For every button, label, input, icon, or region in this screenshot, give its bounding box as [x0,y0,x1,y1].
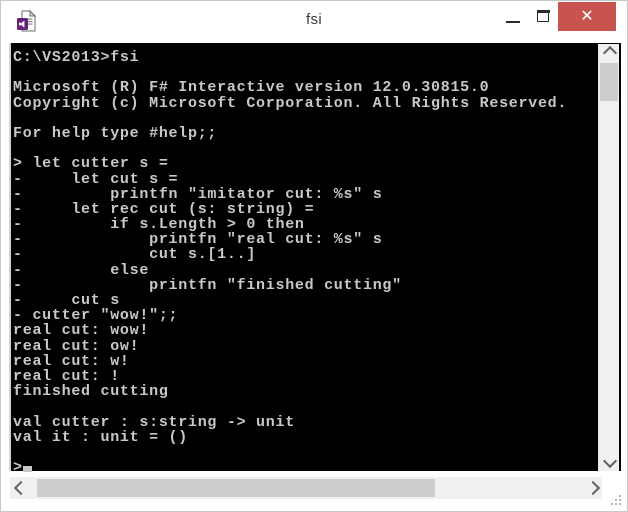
console-line: For help type #help;; [13,124,218,142]
close-button[interactable]: ✕ [558,2,616,31]
text-cursor [23,466,32,472]
console-line: - if s.Length > 0 then [13,216,305,234]
console-line: real cut: wow! [13,322,150,340]
console-line: real cut: ow! [13,337,140,355]
console-line: - let cut s = [13,170,179,188]
scroll-left-arrow[interactable] [10,477,30,499]
console-line: - printfn "finished cutting" [13,276,402,294]
vertical-scroll-thumb[interactable] [600,63,618,101]
window-bottom-edge [2,499,626,511]
console-line: - else [13,261,150,279]
console-output-area[interactable]: C:\VS2013>fsi Microsoft (R) F# Interacti… [9,43,621,471]
console-line: - printfn "imitator cut: %s" s [13,185,383,203]
console-line: val it : unit = () [13,428,188,446]
console-line: finished cutting [13,383,169,401]
console-line: - let rec cut (s: string) = [13,200,315,218]
scroll-down-arrow[interactable] [599,453,619,471]
title-bar[interactable]: fsi ✕ [1,1,627,39]
horizontal-scrollbar[interactable] [10,477,602,499]
console-line: val cutter : s:string -> unit [13,413,295,431]
chevron-left-icon [13,480,29,496]
chevron-down-icon [602,453,618,469]
console-line: C:\VS2013>fsi [13,49,140,66]
console-line: - cut s.[1..] [13,246,257,264]
scroll-up-arrow[interactable] [599,44,619,62]
maximize-button[interactable] [528,2,558,31]
scroll-right-arrow[interactable] [582,477,602,499]
console-line: > let cutter s = [13,155,169,173]
fsi-console-window: fsi ✕ C:\VS2013>fsi Microsoft (R) F# Int… [0,0,628,512]
console-line: Microsoft (R) F# Interactive version 12.… [13,79,490,97]
close-icon: ✕ [580,8,594,25]
chevron-right-icon [585,480,601,496]
chevron-up-icon [602,45,618,61]
minimize-button[interactable] [498,2,528,31]
console-line: - printfn "real cut: %s" s [13,231,383,249]
console-line: real cut: ! [13,367,120,385]
fsharp-script-document-icon [15,9,39,33]
horizontal-scroll-thumb[interactable] [37,479,435,497]
console-line: - cutter "wow!";; [13,307,179,325]
resize-grip[interactable] [611,495,623,507]
console-line: - cut s [13,292,120,309]
vertical-scrollbar[interactable] [598,44,619,471]
console-line: Copyright (c) Microsoft Corporation. All… [13,94,568,112]
console-text: C:\VS2013>fsi Microsoft (R) F# Interacti… [13,50,605,471]
console-line: real cut: w! [13,352,130,370]
minimize-icon [506,20,520,23]
console-line: > [13,459,23,471]
maximize-icon [536,10,550,22]
